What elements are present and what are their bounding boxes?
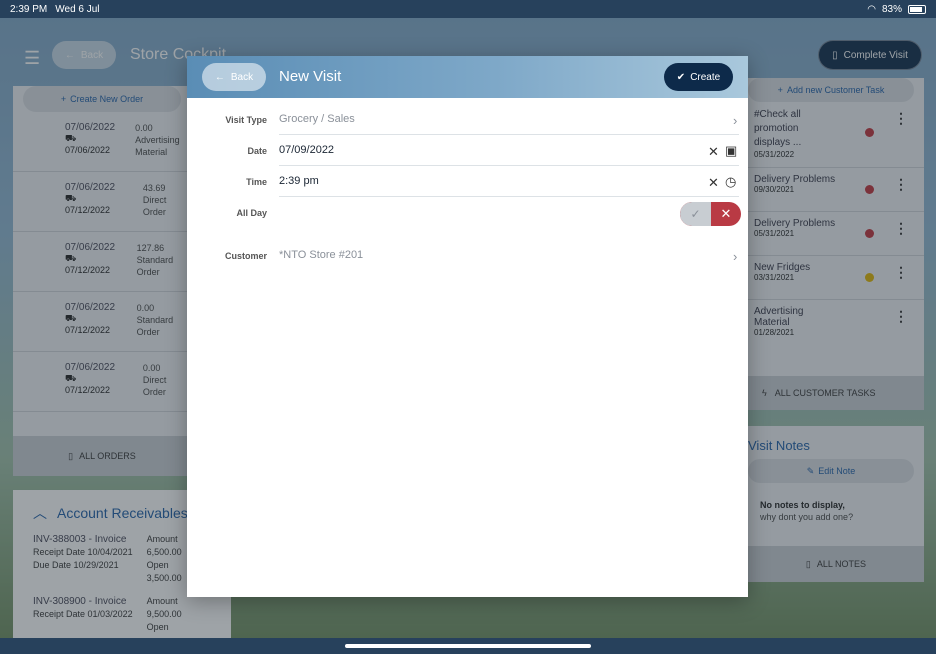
calendar-icon[interactable]: ▣ [725, 143, 737, 159]
modal-back-label: Back [230, 71, 254, 83]
customer-field[interactable]: *NTO Store #201 [279, 249, 739, 271]
all-day-toggle[interactable]: ✓ ✕ [680, 202, 741, 226]
status-bar: 2:39 PM Wed 6 Jul ◠ 83% [0, 0, 936, 18]
battery-icon [908, 4, 926, 14]
clock-icon[interactable]: ◷ [725, 174, 736, 190]
modal-header: ← Back New Visit ✔ Create [187, 56, 748, 98]
customer-label: Customer [224, 251, 267, 261]
time-label: Time [246, 177, 267, 187]
checkmark-icon: ✓ [680, 202, 711, 226]
modal-title: New Visit [279, 68, 342, 85]
status-time: 2:39 PM [10, 3, 48, 15]
modal-back-button[interactable]: ← Back [202, 63, 266, 91]
clear-date-icon[interactable]: ✕ [708, 144, 719, 160]
all-day-row: All Day ✓ ✕ [187, 197, 748, 228]
battery-percent: 83% [881, 3, 902, 15]
wifi-icon: ◠ [867, 3, 876, 15]
create-button[interactable]: ✔ Create [664, 63, 733, 91]
checkmark-icon: ✔ [676, 71, 686, 83]
date-field[interactable]: 07/09/2022 [279, 144, 739, 166]
chevron-right-icon: › [733, 249, 738, 264]
date-label: Date [247, 146, 267, 156]
time-row: Time 2:39 pm ✕ ◷ [187, 166, 748, 197]
visit-type-row[interactable]: Visit Type Grocery / Sales › [187, 104, 748, 135]
customer-row[interactable]: Customer *NTO Store #201 › [187, 240, 748, 271]
visit-type-field[interactable]: Grocery / Sales [279, 113, 739, 135]
arrow-left-icon: ← [214, 71, 225, 83]
all-day-label: All Day [236, 208, 267, 218]
clear-time-icon[interactable]: ✕ [708, 175, 719, 191]
home-indicator [0, 638, 936, 654]
close-icon: ✕ [720, 206, 732, 221]
visit-type-label: Visit Type [225, 115, 267, 125]
chevron-right-icon: › [733, 113, 738, 128]
time-field[interactable]: 2:39 pm [279, 175, 739, 197]
date-row: Date 07/09/2022 ✕ ▣ [187, 135, 748, 166]
new-visit-modal: ← Back New Visit ✔ Create Visit Type Gro… [187, 56, 748, 597]
status-date: Wed 6 Jul [55, 3, 100, 15]
create-label: Create [690, 71, 721, 83]
